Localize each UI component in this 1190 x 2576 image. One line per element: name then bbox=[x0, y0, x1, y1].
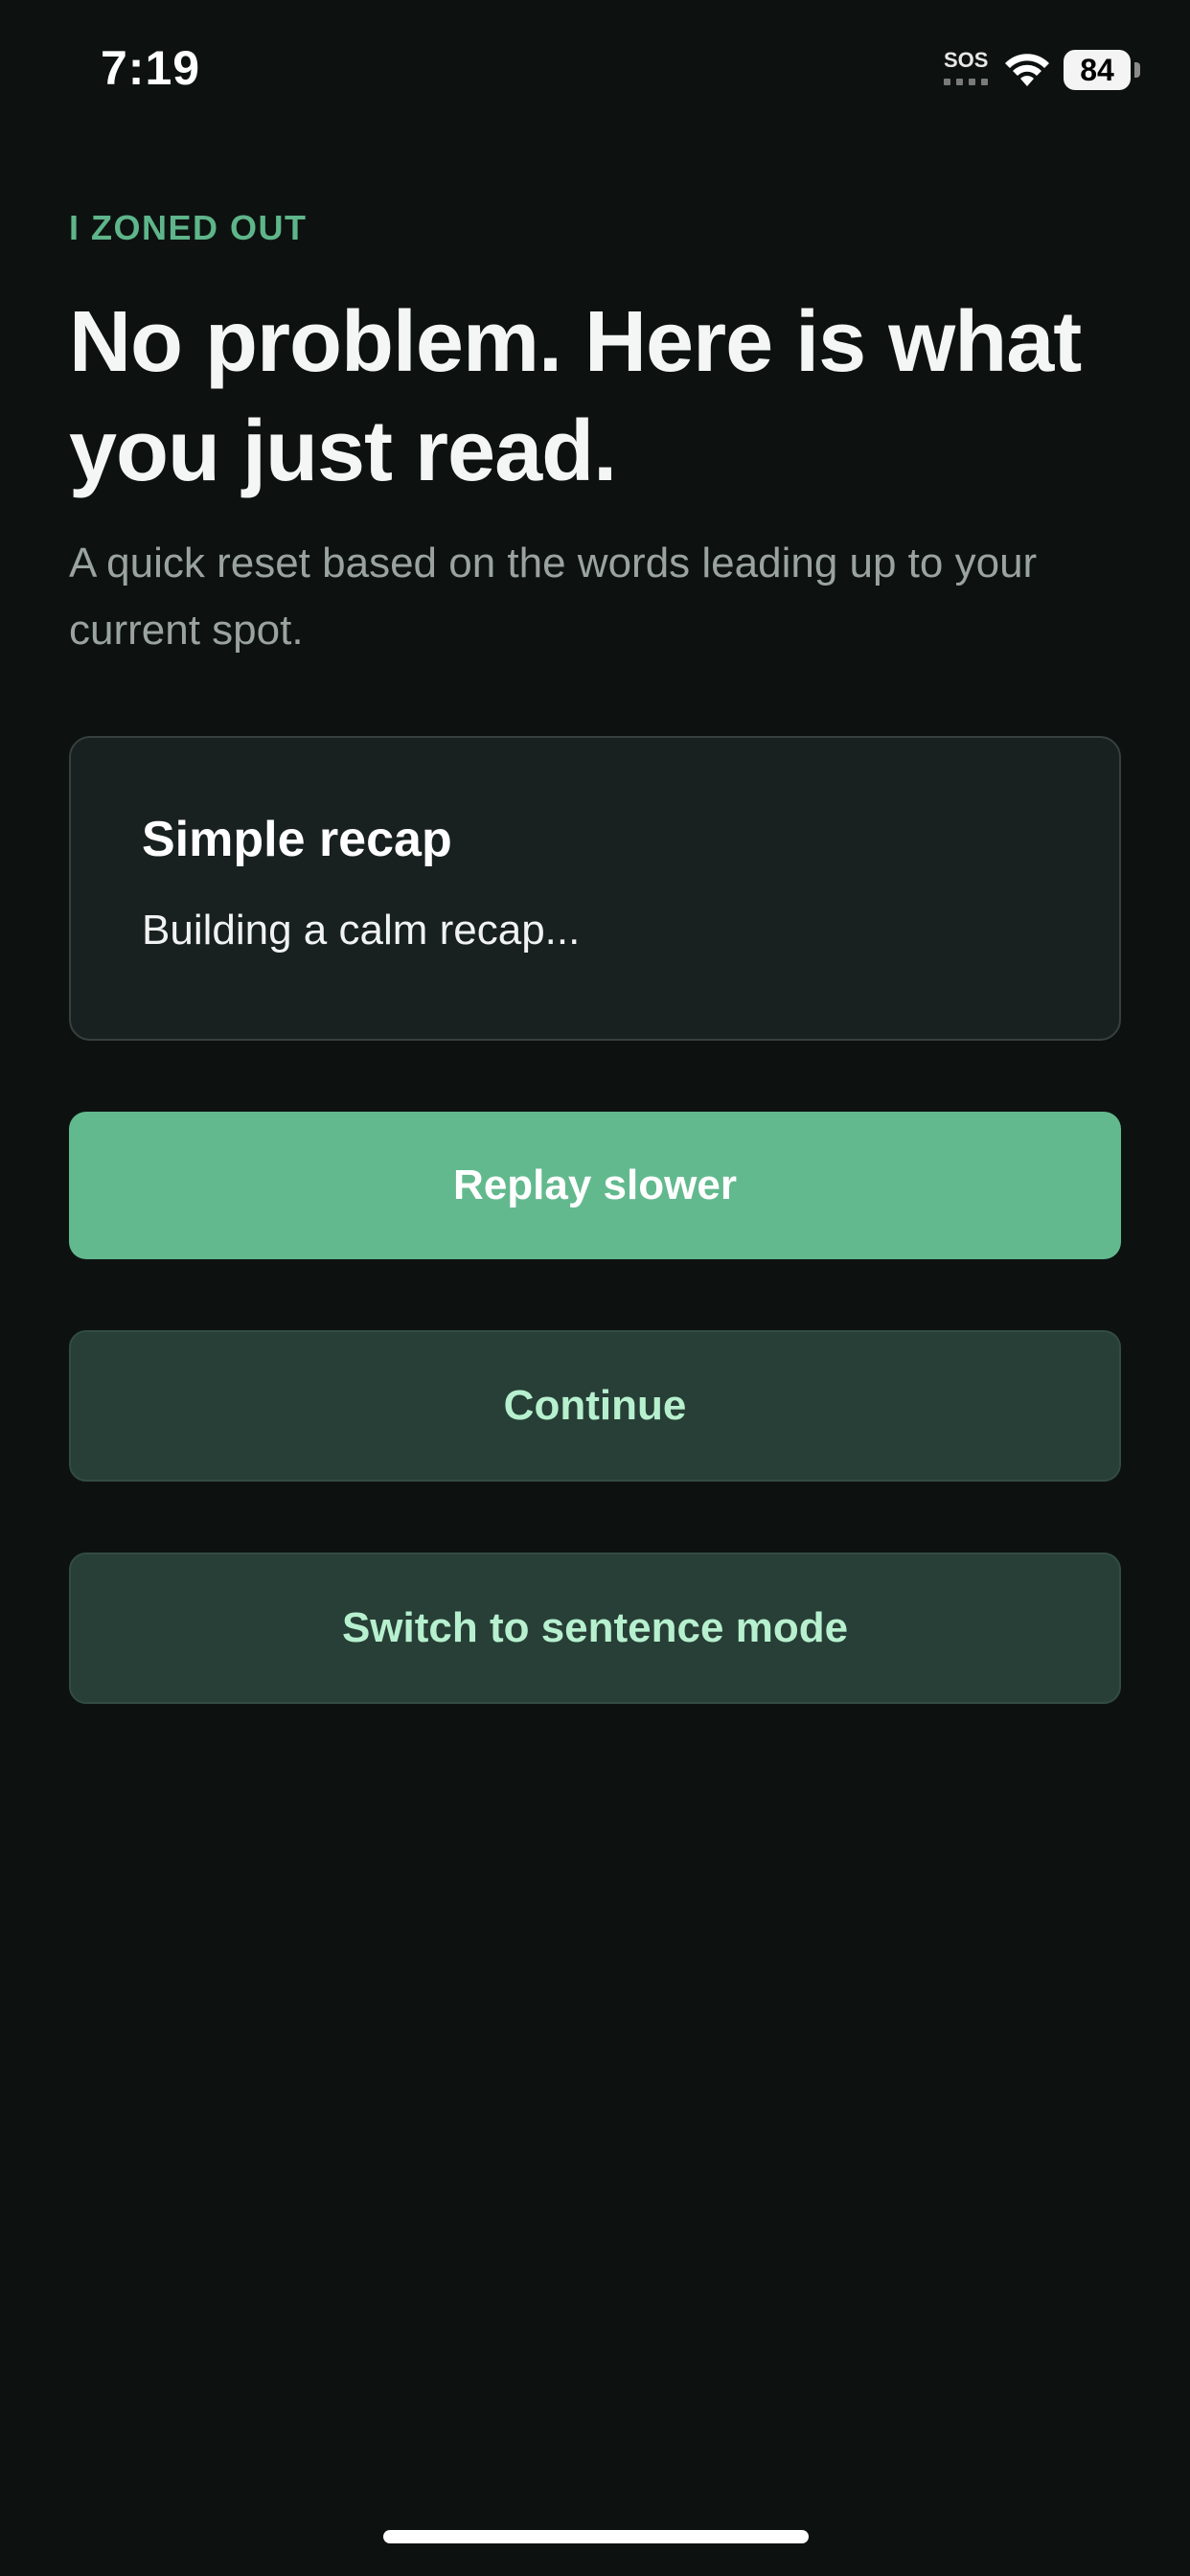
sentence-mode-button[interactable]: Switch to sentence mode bbox=[69, 1552, 1121, 1704]
recap-body: Building a calm recap... bbox=[142, 907, 581, 954]
sos-label: SOS bbox=[944, 48, 989, 72]
eyebrow-label: I ZONED OUT bbox=[69, 208, 308, 247]
battery-cap bbox=[1134, 62, 1140, 78]
continue-button[interactable]: Continue bbox=[69, 1330, 1121, 1482]
page-subtitle: A quick reset based on the words leading… bbox=[69, 540, 1038, 654]
sos-indicator: SOS bbox=[944, 50, 990, 88]
status-time: 7:19 bbox=[101, 41, 201, 95]
status-bar: 7:19 SOS 84 bbox=[0, 0, 1190, 144]
wifi-icon bbox=[1005, 54, 1049, 86]
home-indicator[interactable] bbox=[383, 2530, 809, 2543]
replay-slower-button[interactable]: Replay slower bbox=[69, 1112, 1121, 1259]
recap-card: Simple recap Building a calm recap... bbox=[69, 736, 1121, 1041]
battery-icon: 84 bbox=[1064, 50, 1131, 90]
signal-dots-icon bbox=[944, 79, 988, 85]
page-title: No problem. Here is what you just read. bbox=[69, 294, 1082, 499]
recap-title: Simple recap bbox=[142, 812, 452, 867]
